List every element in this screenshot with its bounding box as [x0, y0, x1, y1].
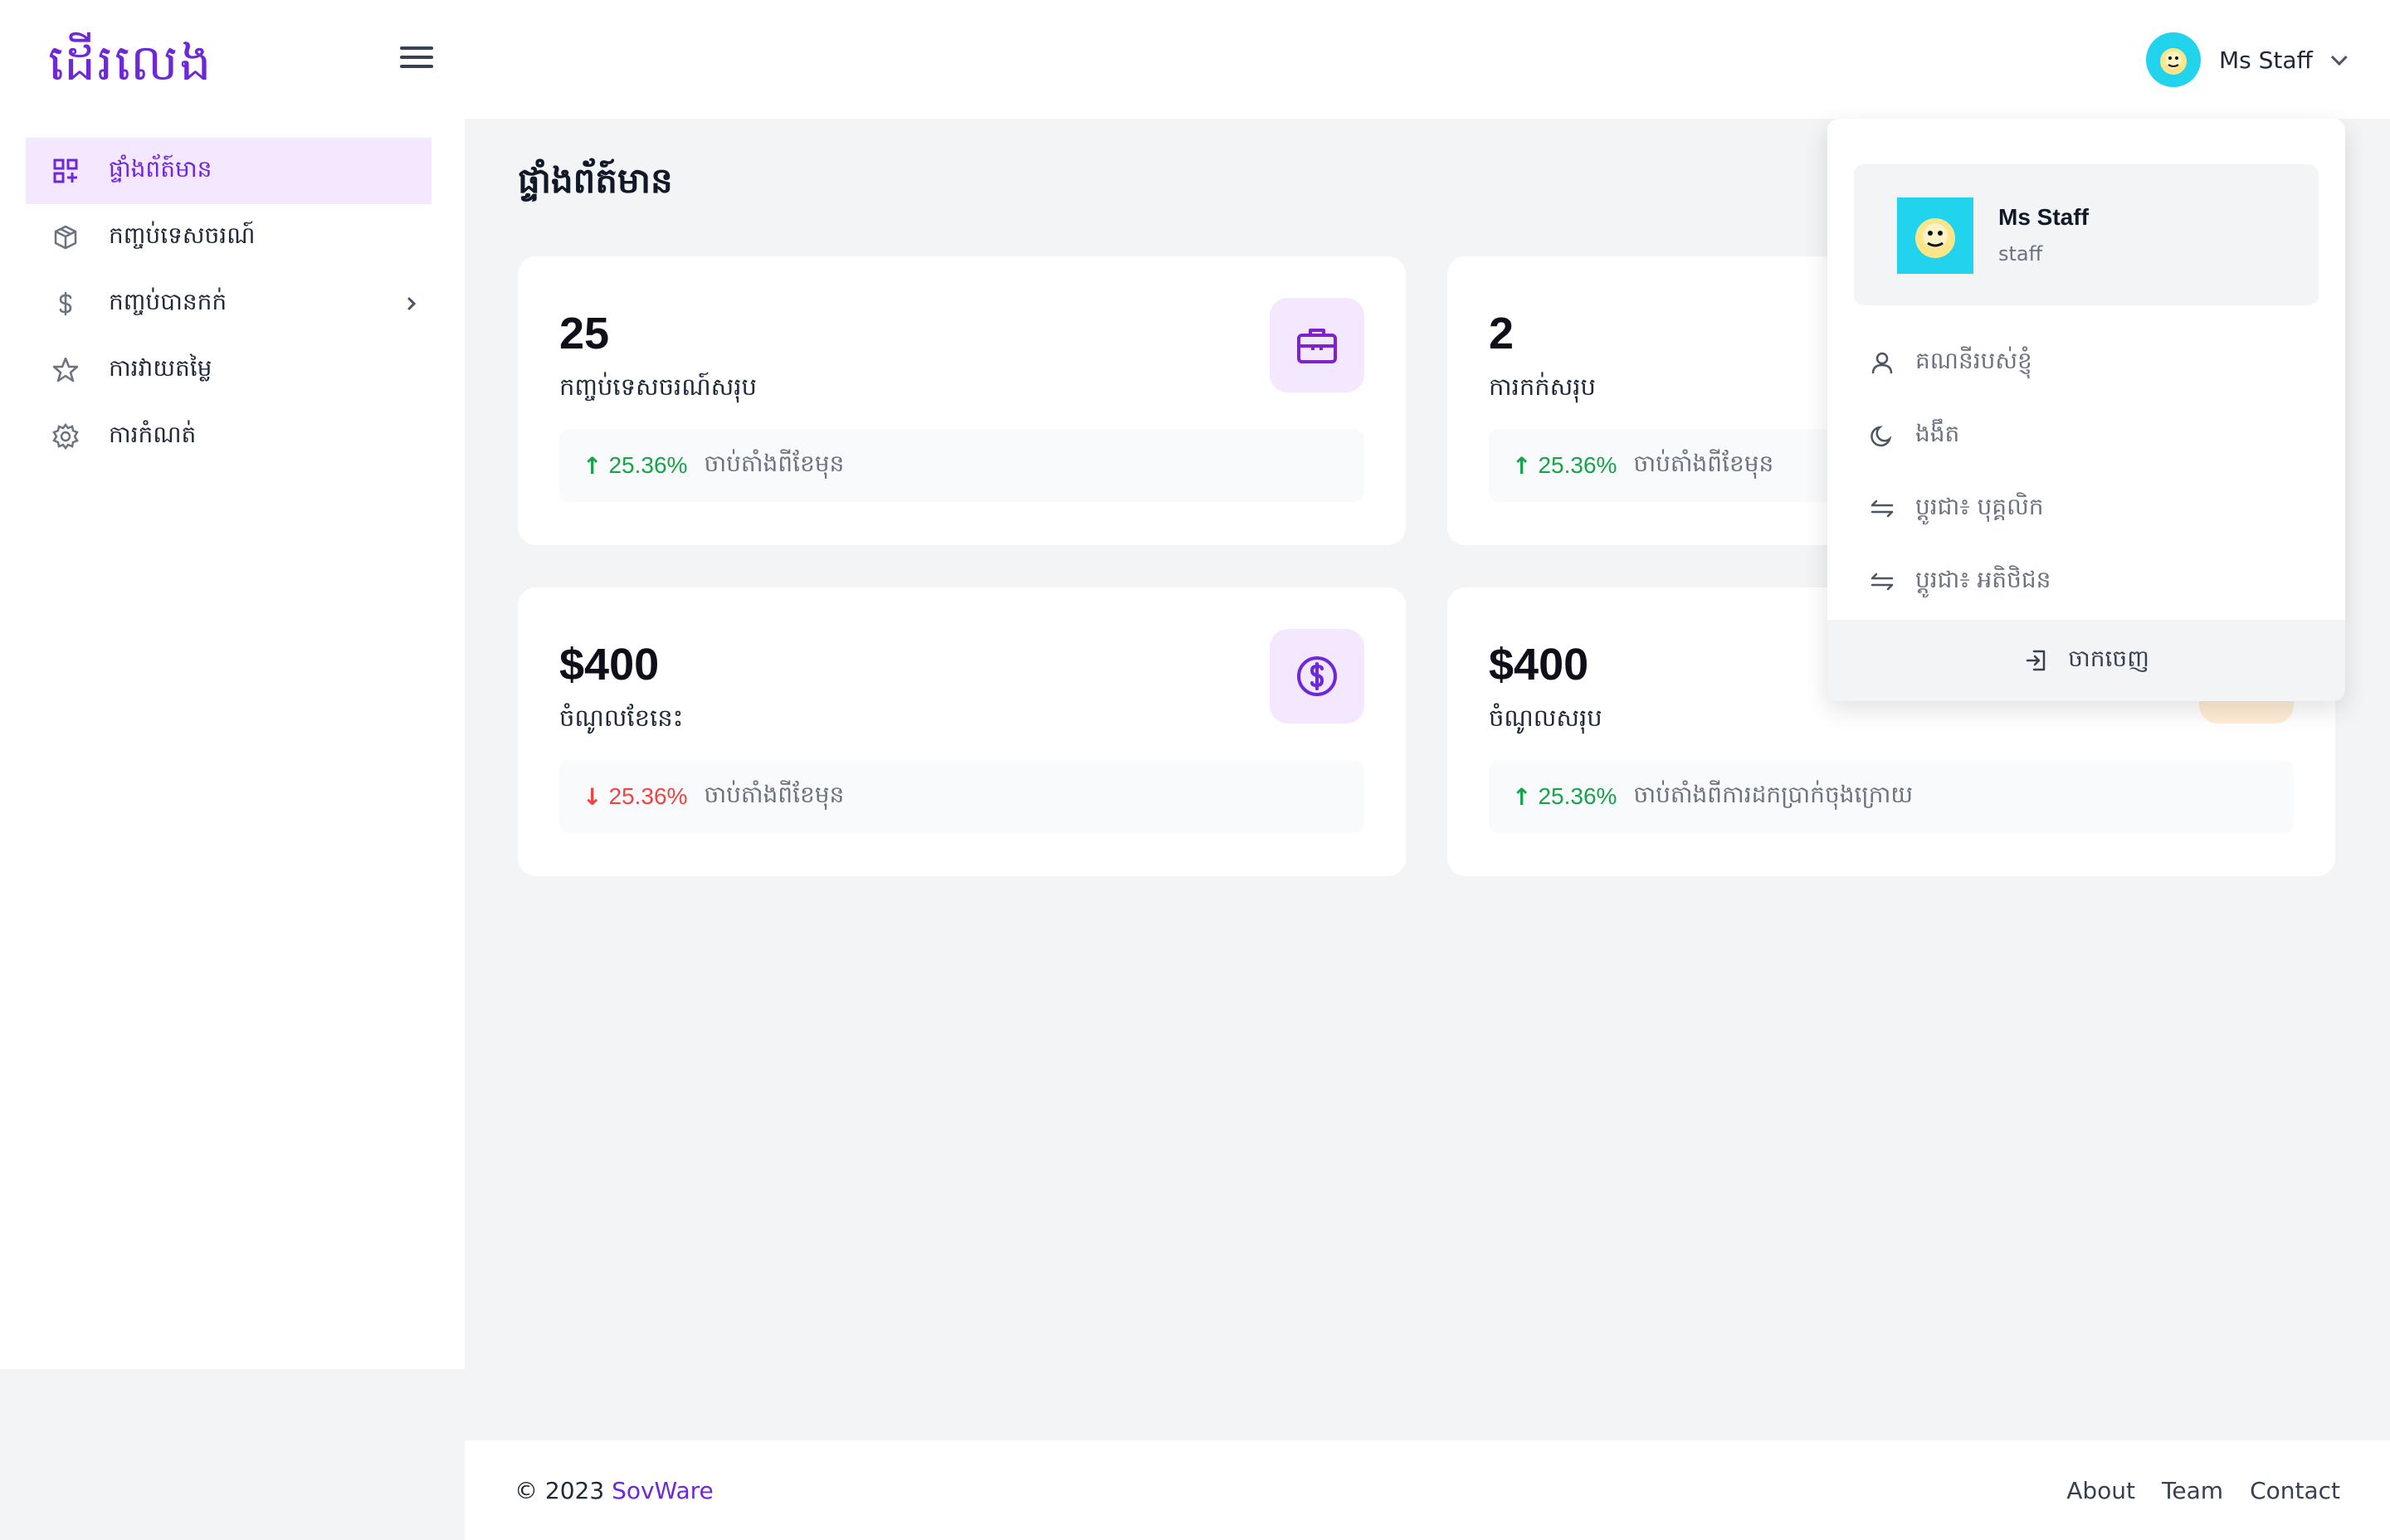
brand-link[interactable]: SovWare — [612, 1477, 714, 1504]
logout-button[interactable]: ចាកចេញ — [1827, 620, 2345, 701]
trend-row: ↑ 25.36% ចាប់តាំងពីការដកប្រាក់ចុងក្រោយ — [1489, 760, 2294, 833]
stat-card-packages: 25 កញ្ចប់ទេសចរណ៍សរុប ↑ 25.36% ចាប់តាំងពី… — [518, 256, 1406, 545]
arrow-down-icon: ↓ — [583, 782, 602, 811]
menu-item-label: ប្តូរជា៖ អតិថិជន — [1915, 565, 2051, 593]
user-menu-trigger[interactable]: Ms Staff — [2146, 32, 2348, 88]
sidebar-item-label: កញ្ចប់ទេសចរណ៍ — [109, 221, 256, 249]
stat-value: 25 — [559, 309, 610, 358]
footer-link-contact[interactable]: Contact — [2250, 1477, 2340, 1504]
dollar-circle-icon — [1270, 629, 1364, 724]
star-icon — [51, 355, 80, 385]
trend-percent: 25.36% — [1538, 783, 1617, 809]
chevron-right-icon — [402, 294, 422, 314]
logout-icon — [2023, 647, 2050, 674]
sidebar-item-settings[interactable]: ការកំណត់ — [26, 403, 432, 470]
dropdown-profile-card: Ms Staff staff — [1854, 164, 2319, 305]
briefcase-icon — [1270, 298, 1364, 392]
chevron-down-icon — [2330, 49, 2348, 66]
package-icon — [51, 222, 80, 252]
switch-icon — [1869, 495, 1895, 522]
dashboard-icon — [51, 156, 80, 186]
sidebar-item-reviews[interactable]: ការវាយតម្លៃ — [26, 337, 432, 403]
trend-percent: 25.36% — [1538, 452, 1617, 478]
user-dropdown-menu: Ms Staff staff គណនីរបស់ខ្ញុំ ងងឹត ប្តូរជ… — [1827, 119, 2345, 701]
user-icon — [1869, 349, 1895, 376]
sidebar-item-packages[interactable]: កញ្ចប់ទេសចរណ៍ — [26, 204, 432, 270]
dollar-icon — [51, 289, 80, 319]
footer-links: About Team Contact — [2066, 1477, 2340, 1504]
copyright-text: © 2023 — [515, 1477, 605, 1504]
footer-link-team[interactable]: Team — [2162, 1477, 2223, 1504]
avatar — [1897, 197, 1973, 274]
stat-label: ការកក់សរុប — [1489, 373, 1596, 401]
sidebar-item-label: កញ្ចប់បានកក់ — [109, 287, 227, 315]
dropdown-user-name: Ms Staff — [1998, 204, 2089, 230]
sidebar: ផ្ទាំងព័ត៍មាន កញ្ចប់ទេសចរណ៍ កញ្ចប់បានកក់… — [0, 119, 465, 1369]
menu-item-label: គណនីរបស់ខ្ញុំ — [1915, 346, 2032, 374]
avatar — [2146, 32, 2201, 87]
app-logo[interactable]: ដើរលេង — [48, 32, 212, 105]
footer-link-about[interactable]: About — [2066, 1477, 2135, 1504]
avatar-cartoon-icon — [1915, 218, 1955, 258]
top-header: ដើរលេង Ms Staff — [0, 0, 2390, 119]
trend-description: ចាប់តាំងពីខែមុន — [704, 780, 845, 808]
arrow-up-icon: ↑ — [583, 451, 602, 480]
header-user-name: Ms Staff — [2219, 46, 2313, 74]
page-title: ផ្ទាំងព័ត៍មាន — [518, 160, 673, 201]
stat-label: ចំណូលសរុប — [1489, 704, 1602, 732]
menu-item-switch-customer[interactable]: ប្តូរជា៖ អតិថិជន — [1869, 555, 2300, 608]
hamburger-icon[interactable] — [400, 46, 433, 71]
trend-description: ចាប់តាំងពីខែមុន — [704, 449, 845, 477]
trend-row: ↓ 25.36% ចាប់តាំងពីខែមុន — [559, 760, 1364, 833]
trend-percent: 25.36% — [608, 452, 688, 478]
stat-value: 2 — [1489, 309, 1514, 358]
stat-label: កញ្ចប់ទេសចរណ៍សរុប — [559, 373, 757, 401]
stat-value: $400 — [1489, 640, 1589, 690]
gear-icon — [51, 422, 80, 451]
arrow-up-icon: ↑ — [1512, 782, 1532, 811]
menu-item-dark-mode[interactable]: ងងឹត — [1869, 409, 2300, 462]
sidebar-item-label: ការវាយតម្លៃ — [109, 353, 212, 382]
sidebar-item-bookings[interactable]: កញ្ចប់បានកក់ — [26, 270, 432, 337]
sidebar-bottom-spacer — [0, 1369, 465, 1540]
switch-icon — [1869, 568, 1895, 595]
stat-label: ចំណូលខែនេះ — [559, 704, 684, 732]
menu-item-switch-staff[interactable]: ប្តូរជា៖ បុគ្គលិក — [1869, 482, 2300, 535]
menu-item-label: ប្តូរជា៖ បុគ្គលិក — [1915, 492, 2044, 520]
copyright: © 2023 SovWare — [515, 1477, 714, 1504]
dropdown-user-role: staff — [1998, 242, 2043, 266]
sidebar-item-label: ផ្ទាំងព័ត៍មាន — [109, 154, 212, 183]
menu-item-my-account[interactable]: គណនីរបស់ខ្ញុំ — [1869, 336, 2300, 389]
menu-item-label: ងងឹត — [1915, 419, 1960, 447]
stat-value: $400 — [559, 640, 660, 690]
avatar-cartoon-icon — [2160, 48, 2187, 75]
sidebar-item-label: ការកំណត់ — [109, 420, 197, 448]
stat-card-monthly-revenue: $400 ចំណូលខែនេះ ↓ 25.36% ចាប់តាំងពីខែមុន — [518, 587, 1406, 876]
logout-label: ចាកចេញ — [2068, 644, 2149, 672]
trend-description: ចាប់តាំងពីការដកប្រាក់ចុងក្រោយ — [1633, 780, 1914, 808]
moon-icon — [1869, 422, 1895, 449]
page-footer: © 2023 SovWare About Team Contact — [465, 1440, 2390, 1540]
sidebar-item-dashboard[interactable]: ផ្ទាំងព័ត៍មាន — [26, 138, 432, 204]
trend-percent: 25.36% — [608, 783, 688, 809]
trend-row: ↑ 25.36% ចាប់តាំងពីខែមុន — [559, 429, 1364, 502]
trend-description: ចាប់តាំងពីខែមុន — [1633, 449, 1774, 477]
arrow-up-icon: ↑ — [1512, 451, 1532, 480]
